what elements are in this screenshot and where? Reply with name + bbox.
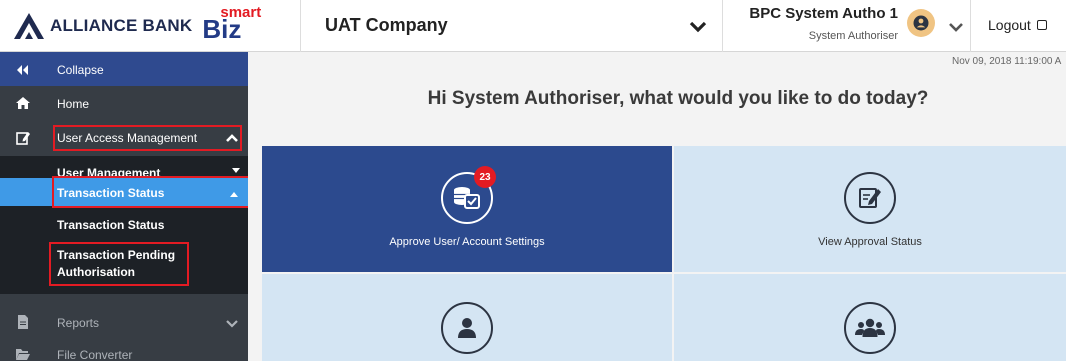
last-login-timestamp: Nov 09, 2018 11:19:00 A	[952, 56, 1062, 67]
page-title: Hi System Authoriser, what would you lik…	[427, 88, 929, 109]
sidebar-item-reports[interactable]: Reports	[0, 306, 248, 336]
logout-button[interactable]: Logout	[970, 0, 1066, 52]
user-icon	[458, 318, 476, 338]
tile-icon-circle	[844, 302, 896, 354]
highlight-box	[49, 242, 189, 286]
folder-open-icon	[16, 349, 30, 360]
highlight-box	[52, 176, 257, 208]
sidebar: Collapse Home User Access Management Use…	[0, 52, 257, 361]
approve-database-icon	[454, 187, 480, 209]
users-group-icon	[855, 318, 885, 337]
tile-user[interactable]	[262, 274, 672, 361]
sidebar-collapse[interactable]: Collapse	[0, 52, 248, 86]
user-menu[interactable]: BPC System Autho 1 System Authoriser	[722, 0, 968, 52]
top-header: ALLIANCE BANK Biz smart UAT Company BPC …	[0, 0, 1066, 52]
tile-label: View Approval Status	[818, 236, 922, 248]
tile-users-group[interactable]	[674, 274, 1066, 361]
chevron-down-icon[interactable]	[946, 14, 966, 38]
tile-approve-user-account-settings[interactable]: 23 Approve User/ Account Settings	[262, 146, 672, 272]
biz-smart-logo: Biz smart	[202, 4, 261, 45]
chevron-up-icon	[226, 134, 238, 142]
edit-form-icon	[859, 188, 881, 208]
user-icon	[913, 15, 929, 31]
tile-view-approval-status[interactable]: View Approval Status	[674, 146, 1066, 272]
logout-icon	[1036, 20, 1047, 30]
main-content: Nov 09, 2018 11:19:00 A Hi System Author…	[248, 52, 1066, 361]
home-icon	[16, 97, 30, 109]
logo-text: ALLIANCE BANK	[50, 16, 193, 35]
highlight-box	[53, 125, 242, 151]
edit-form-icon	[16, 132, 30, 145]
sidebar-item-label: Home	[57, 97, 90, 111]
sidebar-item-home[interactable]: Home	[0, 86, 248, 120]
company-name: UAT Company	[325, 15, 448, 35]
sidebar-item-label: File Converter	[57, 348, 133, 361]
tile-label: Approve User/ Account Settings	[389, 236, 545, 248]
alliance-bank-logo-icon	[14, 13, 44, 39]
notification-badge: 23	[474, 166, 496, 188]
tile-icon-circle	[441, 302, 493, 354]
chevron-down-icon	[226, 320, 238, 328]
avatar[interactable]	[907, 9, 935, 37]
tile-icon-circle	[844, 172, 896, 224]
company-selector[interactable]: UAT Company	[300, 0, 720, 52]
logout-label: Logout	[988, 17, 1047, 33]
document-icon	[18, 315, 28, 329]
sidebar-collapse-label: Collapse	[57, 63, 104, 77]
double-chevron-left-icon	[17, 65, 28, 75]
sidebar-item-label: Reports	[57, 316, 100, 330]
sidebar-item-file-converter[interactable]: File Converter	[0, 338, 248, 361]
submenu-item-transaction-status-child[interactable]: Transaction Status	[57, 218, 164, 232]
smart-text: smart	[220, 3, 262, 21]
caret-down-icon	[232, 168, 240, 173]
sidebar-item-user-access-management[interactable]: User Access Management	[0, 120, 248, 156]
chevron-down-icon	[689, 21, 707, 33]
user-name: BPC System Autho 1	[749, 5, 898, 22]
alliance-bank-logo[interactable]: ALLIANCE BANK Biz smart	[14, 4, 261, 45]
user-role: System Authoriser	[808, 30, 898, 42]
